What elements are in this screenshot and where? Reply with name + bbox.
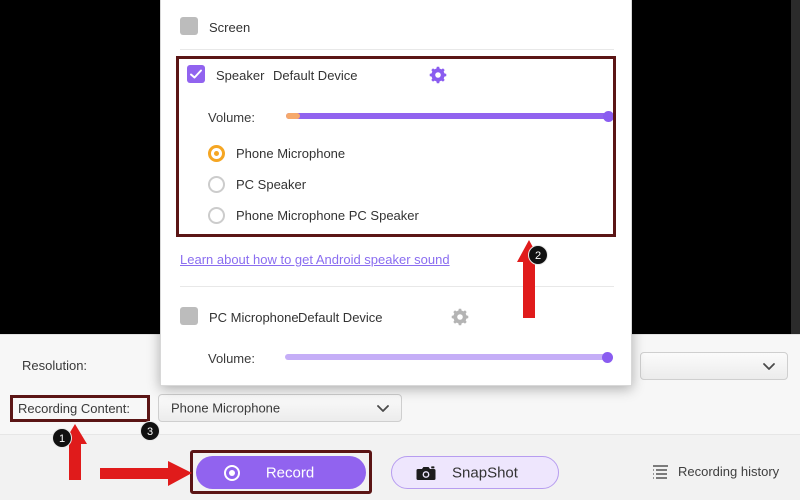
radio-phone-microphone[interactable]: [208, 145, 225, 162]
speaker-checkbox[interactable]: [187, 65, 205, 83]
screen-checkbox[interactable]: [180, 17, 198, 35]
app-root: Resolution: Recording Content: Phone Mic…: [0, 0, 800, 500]
speaker-label: Speaker: [216, 68, 265, 83]
pc-microphone-device-name: Default Device: [298, 310, 383, 325]
radio-option-pc-speaker[interactable]: PC Speaker: [208, 174, 508, 196]
recording-content-label: Recording Content:: [18, 401, 131, 416]
radio-phone-microphone-pc-speaker-label: Phone Microphone PC Speaker: [236, 208, 419, 223]
recording-history-button[interactable]: Recording history: [652, 463, 779, 480]
resolution-dropdown[interactable]: [640, 352, 788, 380]
divider-screen-speaker: [180, 49, 614, 50]
pc-microphone-checkbox[interactable]: [180, 307, 198, 325]
divider-link-pcmic: [180, 286, 614, 287]
preview-right-strip: [791, 0, 800, 334]
speaker-volume-slider-start-marker: [286, 113, 300, 119]
radio-pc-speaker[interactable]: [208, 176, 225, 193]
recording-content-dropdown[interactable]: Phone Microphone: [158, 394, 402, 422]
radio-phone-microphone-label: Phone Microphone: [236, 146, 346, 161]
radio-phone-microphone-pc-speaker[interactable]: [208, 207, 225, 224]
gear-icon[interactable]: [451, 308, 469, 326]
recording-content-dropdown-value: Phone Microphone: [171, 400, 281, 416]
recording-history-label: Recording history: [678, 464, 780, 479]
pc-microphone-volume-slider[interactable]: [285, 351, 613, 363]
learn-android-speaker-sound-link[interactable]: Learn about how to get Android speaker s…: [180, 252, 450, 267]
record-button[interactable]: Record: [196, 456, 366, 489]
record-button-label: Record: [265, 464, 315, 481]
list-icon: [652, 463, 669, 480]
snapshot-button[interactable]: SnapShot: [391, 456, 559, 489]
screen-row[interactable]: Screen: [161, 6, 631, 48]
pc-microphone-label: PC Microphone: [209, 310, 299, 325]
speaker-device-name: Default Device: [273, 68, 358, 83]
radio-option-phone-microphone-pc-speaker[interactable]: Phone Microphone PC Speaker: [208, 205, 548, 227]
screen-label: Screen: [209, 20, 251, 35]
speaker-volume-label: Volume:: [208, 110, 255, 125]
radio-option-phone-microphone[interactable]: Phone Microphone: [208, 143, 508, 165]
chevron-down-icon: [761, 358, 777, 374]
chevron-down-icon: [375, 400, 391, 416]
resolution-label: Resolution:: [22, 358, 88, 373]
speaker-volume-slider-thumb[interactable]: [603, 110, 614, 122]
pc-microphone-volume-label: Volume:: [208, 351, 255, 366]
pc-microphone-volume-slider-thumb[interactable]: [602, 351, 613, 363]
audio-settings-popup: Screen Speaker Default Device Volume: Ph…: [160, 0, 632, 386]
speaker-volume-slider[interactable]: [286, 110, 614, 122]
snapshot-button-label: SnapShot: [452, 464, 518, 481]
speaker-settings-panel: Speaker Default Device Volume: Phone Mic…: [180, 58, 614, 233]
gear-icon[interactable]: [429, 66, 447, 84]
radio-pc-speaker-label: PC Speaker: [236, 177, 307, 192]
